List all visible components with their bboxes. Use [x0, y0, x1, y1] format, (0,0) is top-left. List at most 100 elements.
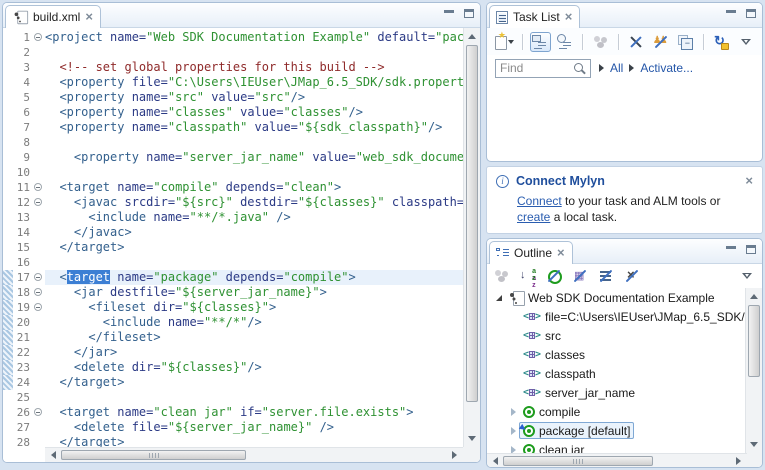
scroll-right-icon[interactable]: [731, 454, 746, 468]
code-text[interactable]: </fileset>: [45, 330, 463, 345]
hide-internal-targets-button[interactable]: [543, 266, 565, 286]
code-area[interactable]: 1<project name="Web SDK Documentation Ex…: [3, 28, 463, 447]
categorized-view-button[interactable]: [530, 32, 551, 52]
tab-outline[interactable]: Outline ×: [489, 241, 573, 264]
code-text[interactable]: <javac srcdir="${src}" destdir="${classe…: [45, 195, 463, 210]
code-text[interactable]: <property name="src" value="src"/>: [45, 90, 463, 105]
outline-horizontal-scrollbar[interactable]: [487, 453, 747, 467]
tree-item-src[interactable]: src: [487, 326, 747, 345]
code-text[interactable]: <target name="clean jar" if="server.file…: [45, 405, 463, 420]
vertical-scroll-thumb[interactable]: [748, 305, 760, 377]
close-icon[interactable]: ×: [745, 176, 753, 186]
tree-item-web-sdk-documentation-example[interactable]: Web SDK Documentation Example: [487, 288, 747, 307]
expand-arrow-icon[interactable]: [508, 446, 519, 454]
code-text[interactable]: [45, 135, 463, 150]
editor-vertical-scrollbar[interactable]: [463, 28, 480, 447]
collapse-icon[interactable]: [34, 288, 42, 296]
collapse-icon[interactable]: [34, 408, 42, 416]
collapse-arrow-icon[interactable]: [493, 295, 504, 301]
minimize-icon[interactable]: [726, 246, 736, 253]
code-text[interactable]: <property name="classpath" value="${sdk_…: [45, 120, 463, 135]
collapse-icon[interactable]: [34, 183, 42, 191]
dropdown-caret-icon[interactable]: [508, 40, 514, 44]
maximize-icon[interactable]: [746, 245, 756, 254]
tree-item-compile[interactable]: compile: [487, 402, 747, 421]
code-text[interactable]: <target name="compile" depends="clean">: [45, 180, 463, 195]
hide-imported-elements-button[interactable]: [595, 266, 617, 286]
editor-horizontal-scrollbar[interactable]: [45, 447, 463, 462]
collapse-icon[interactable]: [34, 303, 42, 311]
scroll-up-icon[interactable]: [464, 29, 480, 44]
expand-arrow-icon[interactable]: [508, 408, 519, 416]
focus-on-workweek-button[interactable]: [590, 32, 611, 52]
code-text[interactable]: <include name="**/*.java" />: [45, 210, 463, 225]
scroll-up-icon[interactable]: [746, 289, 762, 304]
code-text[interactable]: </target>: [45, 240, 463, 255]
find-input[interactable]: [500, 61, 573, 75]
scroll-left-icon[interactable]: [46, 448, 61, 462]
collapse-all-button[interactable]: [675, 32, 696, 52]
scroll-left-icon[interactable]: [488, 454, 503, 468]
focus-disabled-button[interactable]: [491, 266, 513, 286]
code-text[interactable]: <target name="package" depends="compile"…: [45, 270, 463, 285]
activate-link[interactable]: Activate...: [640, 61, 693, 75]
maximize-icon[interactable]: [746, 9, 756, 18]
scroll-right-icon[interactable]: [447, 448, 462, 462]
expand-arrow-icon[interactable]: [599, 64, 604, 72]
code-text[interactable]: <!-- set global properties for this buil…: [45, 60, 463, 75]
collapse-icon[interactable]: [34, 273, 42, 281]
code-text[interactable]: <property name="server_jar_name" value="…: [45, 150, 463, 165]
vertical-scroll-thumb[interactable]: [466, 45, 478, 402]
expand-arrow-icon[interactable]: [508, 427, 519, 435]
close-icon[interactable]: ×: [557, 248, 565, 258]
code-text[interactable]: <property file="C:\Users\IEUser\JMap_6.5…: [45, 75, 463, 90]
tree-item-file-c-users-ieuser-jmap-6-5-sdk-s[interactable]: file=C:\Users\IEUser\JMap_6.5_SDK/s: [487, 307, 747, 326]
code-text[interactable]: <delete file="${server_jar_name}" />: [45, 420, 463, 435]
collapse-icon[interactable]: [34, 198, 42, 206]
code-text[interactable]: <include name="**/*"/>: [45, 315, 463, 330]
code-text[interactable]: </target>: [45, 435, 463, 447]
synchronize-button[interactable]: [711, 32, 732, 52]
horizontal-scroll-thumb[interactable]: [503, 456, 653, 466]
hide-properties-button[interactable]: [569, 266, 591, 286]
code-text[interactable]: </target>: [45, 375, 463, 390]
hide-completed-tasks-button[interactable]: [626, 32, 647, 52]
view-menu-button[interactable]: [735, 32, 756, 52]
create-link[interactable]: create: [517, 210, 550, 224]
scheduled-view-button[interactable]: [555, 32, 576, 52]
minimize-icon[interactable]: [444, 10, 454, 17]
filter-my-tasks-button[interactable]: [650, 32, 671, 52]
all-link[interactable]: All: [610, 61, 623, 75]
code-text[interactable]: <jar destfile="${server_jar_name}">: [45, 285, 463, 300]
close-icon[interactable]: ×: [85, 12, 93, 22]
scroll-down-icon[interactable]: [746, 437, 762, 452]
maximize-icon[interactable]: [464, 9, 474, 18]
collapse-icon[interactable]: [34, 33, 42, 41]
tab-task-list[interactable]: Task List ×: [489, 5, 580, 28]
minimize-icon[interactable]: [726, 10, 736, 17]
code-text[interactable]: [45, 45, 463, 60]
hide-tasks-button[interactable]: [621, 266, 643, 286]
tree-item-classes[interactable]: classes: [487, 345, 747, 364]
tree-item-clean-jar[interactable]: clean jar: [487, 440, 747, 453]
connect-link[interactable]: Connect: [517, 194, 562, 208]
expand-arrow-icon[interactable]: [629, 64, 634, 72]
code-text[interactable]: <property name="classes" value="classes"…: [45, 105, 463, 120]
code-text[interactable]: <fileset dir="${classes}">: [45, 300, 463, 315]
search-icon[interactable]: [573, 62, 586, 75]
close-icon[interactable]: ×: [565, 12, 573, 22]
horizontal-scroll-thumb[interactable]: [61, 450, 246, 460]
code-text[interactable]: [45, 165, 463, 180]
view-menu-button[interactable]: [736, 266, 758, 286]
tree-item-classpath[interactable]: classpath: [487, 364, 747, 383]
code-text[interactable]: [45, 390, 463, 405]
code-text[interactable]: </javac>: [45, 225, 463, 240]
outline-vertical-scrollbar[interactable]: [745, 288, 762, 453]
code-text[interactable]: [45, 255, 463, 270]
sort-button[interactable]: [517, 266, 539, 286]
tree-item-package-default-[interactable]: package [default]: [487, 421, 747, 440]
code-text[interactable]: <delete dir="${classes}"/>: [45, 360, 463, 375]
code-text[interactable]: </jar>: [45, 345, 463, 360]
scroll-down-icon[interactable]: [464, 431, 480, 446]
tab-build-xml[interactable]: build.xml ×: [5, 5, 101, 28]
